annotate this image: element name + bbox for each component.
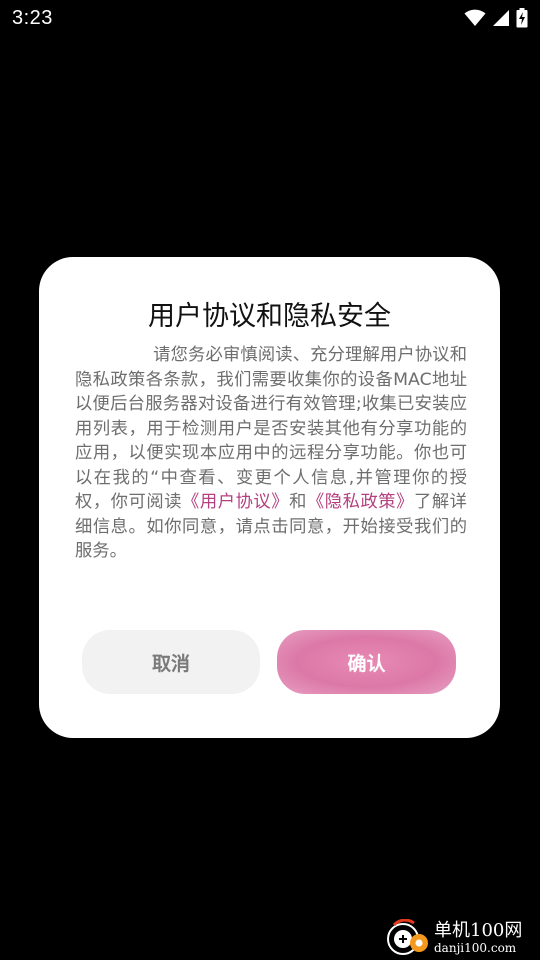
watermark-logo-icon — [386, 918, 428, 957]
wifi-icon — [464, 9, 486, 27]
status-bar: 3:23 — [0, 0, 540, 36]
status-time: 3:23 — [12, 6, 53, 29]
watermark: 单机100网 danji100.com — [386, 918, 536, 958]
cancel-button[interactable]: 取消 — [82, 630, 260, 694]
confirm-button[interactable]: 确认 — [277, 630, 456, 694]
dialog-body: 请您务必审慎阅读、充分理解用户协议和隐私政策各条款，我们需要收集你的设备MAC地… — [75, 343, 467, 564]
battery-charging-icon — [516, 8, 528, 28]
user-agreement-link[interactable]: 《用户协议》 — [182, 492, 289, 512]
watermark-url: danji100.com — [434, 941, 517, 955]
cell-signal-icon — [492, 9, 510, 27]
body-text-part1: 请您务必审慎阅读、充分理解用户协议和隐私政策各条款，我们需要收集你的设备MAC地… — [75, 345, 467, 512]
privacy-policy-link[interactable]: 《隐私政策》 — [307, 492, 414, 512]
status-icons — [464, 8, 528, 28]
watermark-title: 单机100网 — [434, 920, 523, 941]
dialog-title: 用户协议和隐私安全 — [148, 301, 391, 332]
connector-text: 和 — [289, 492, 307, 512]
privacy-dialog: 用户协议和隐私安全 请您务必审慎阅读、充分理解用户协议和隐私政策各条款，我们需要… — [39, 257, 500, 738]
